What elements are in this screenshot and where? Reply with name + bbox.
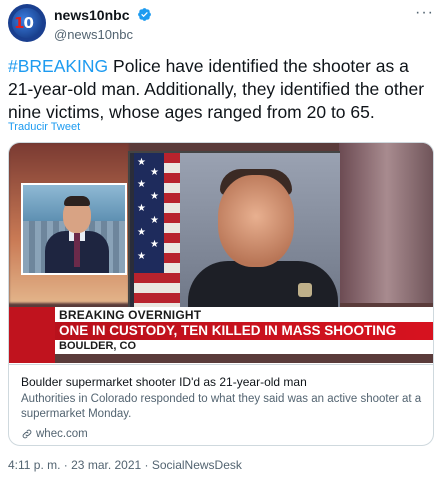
background-blur-right — [339, 143, 433, 303]
lower-third-location-bar: BOULDER, CO — [55, 340, 433, 354]
avatar[interactable]: 10 — [8, 4, 46, 42]
more-options-icon[interactable]: ··· — [415, 5, 434, 21]
anchor-inset — [21, 183, 127, 275]
uniform-patch — [298, 283, 312, 297]
photo-frame: ★ ★ ★ ★ ★ ★ ★ ★ ★ — [128, 151, 340, 321]
news-lower-third: BREAKING OVERNIGHT ONE IN CUSTODY, TEN K… — [9, 303, 433, 363]
card-domain-text[interactable]: whec.com — [36, 428, 88, 440]
link-card[interactable]: ★ ★ ★ ★ ★ ★ ★ ★ ★ BREAKING OVERNIGHT ONE… — [8, 142, 434, 446]
lower-third-location: BOULDER, CO — [59, 340, 136, 352]
tweet-timestamp[interactable]: 4:11 p. m. · 23 mar. 2021 · SocialNewsDe… — [8, 458, 242, 472]
card-description: Authorities in Colorado responded to wha… — [21, 393, 422, 420]
link-icon — [22, 429, 32, 439]
lower-third-headline: ONE IN CUSTODY, TEN KILLED IN MASS SHOOT… — [59, 323, 397, 338]
person-face — [218, 175, 294, 267]
verified-badge-icon — [138, 8, 151, 22]
lower-third-logo-block — [9, 307, 55, 363]
author-block: news10nbc @news10nbc — [54, 6, 152, 42]
card-title[interactable]: Boulder supermarket shooter ID'd as 21-y… — [21, 375, 423, 390]
handle[interactable]: @news10nbc — [54, 27, 152, 42]
lower-third-top-text: BREAKING OVERNIGHT — [59, 308, 202, 322]
anchor-hair — [64, 196, 90, 206]
lower-third-headline-bar: ONE IN CUSTODY, TEN KILLED IN MASS SHOOT… — [55, 322, 433, 340]
avatar-logo-text: 10 — [14, 14, 34, 32]
tweet-text: #BREAKING Police have identified the sho… — [8, 55, 438, 124]
lower-third-top-bar: BREAKING OVERNIGHT — [55, 307, 433, 322]
card-domain[interactable]: whec.com — [21, 428, 423, 440]
tweet-header: 10 news10nbc @news10nbc ··· — [8, 4, 438, 48]
card-body[interactable]: Boulder supermarket shooter ID'd as 21-y… — [9, 364, 433, 445]
anchor-tie — [74, 233, 80, 267]
hashtag-link[interactable]: #BREAKING — [8, 56, 108, 76]
card-image[interactable]: ★ ★ ★ ★ ★ ★ ★ ★ ★ BREAKING OVERNIGHT ONE… — [9, 143, 433, 363]
translate-tweet-link[interactable]: Traducir Tweet — [8, 121, 80, 133]
flag-canton: ★ ★ ★ ★ ★ ★ ★ ★ ★ — [134, 153, 164, 273]
display-name[interactable]: news10nbc — [54, 7, 129, 23]
